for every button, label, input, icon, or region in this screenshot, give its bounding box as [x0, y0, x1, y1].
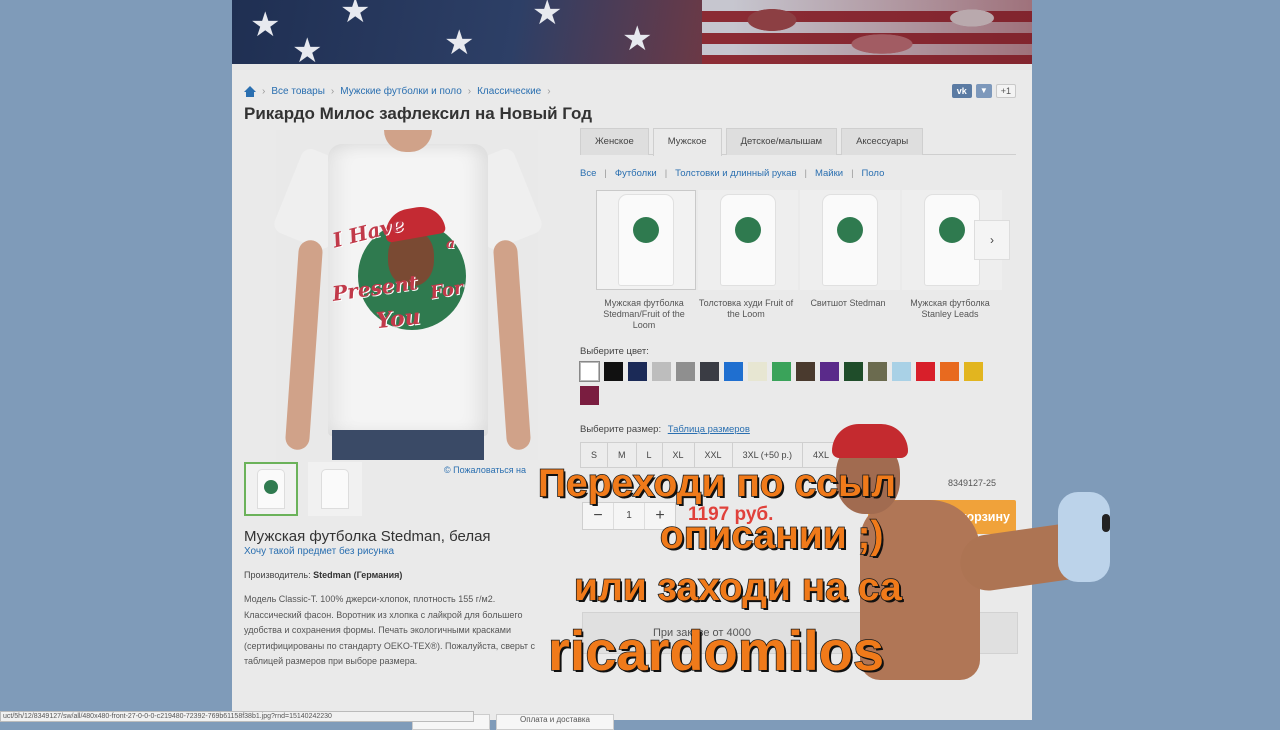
product-option[interactable]: Толстовка худи Fruit of the Loom: [698, 190, 798, 331]
home-icon[interactable]: [244, 86, 256, 97]
product-name: Мужская футболка Stedman, белая: [244, 528, 491, 545]
social-share: vk ▼ +1: [951, 84, 1016, 98]
header-banner: ★ ★ ★ ★ ★ ★: [232, 0, 1032, 64]
subnav-tanks[interactable]: Майки: [815, 168, 843, 179]
product-main-image[interactable]: I Have a Present For You: [271, 130, 545, 460]
caption-line-4: ricardomilos: [547, 618, 885, 683]
no-print-link[interactable]: Хочу такой предмет без рисунка: [244, 546, 394, 557]
color-swatch[interactable]: [700, 362, 719, 381]
star-icon: ★: [532, 0, 563, 32]
tab-women[interactable]: Женское: [580, 128, 649, 155]
star-icon: ★: [444, 24, 475, 62]
caption-line-2: описании ;): [659, 513, 884, 558]
complain-link[interactable]: © Пожаловаться на: [444, 465, 526, 475]
color-swatch[interactable]: [580, 386, 599, 405]
color-swatch[interactable]: [844, 362, 863, 381]
color-swatch[interactable]: [676, 362, 695, 381]
breadcrumb-men-tshirts[interactable]: Мужские футболки и поло: [340, 86, 462, 97]
print-text-5: You: [374, 303, 422, 335]
product-description: Модель Classic-T. 100% джерси-хлопок, пл…: [244, 594, 536, 666]
payment-delivery-button[interactable]: Оплата и доставка: [496, 714, 614, 730]
flag-canton: ★ ★ ★ ★ ★ ★: [232, 0, 702, 64]
color-swatch[interactable]: [916, 362, 935, 381]
manufacturer: Производитель: Stedman (Германия): [244, 570, 403, 580]
color-swatch[interactable]: [652, 362, 671, 381]
caption-line-1: Переходи по ссыл: [537, 461, 897, 506]
product-type-carousel: Мужская футболка Stedman/Fruit of the Lo…: [596, 190, 1002, 331]
red-cap-icon: [832, 424, 908, 458]
subcategory-nav: Все | Футболки | Толстовки и длинный рукав…: [580, 168, 885, 179]
category-tabs: Женское Мужское Детское/малышам Аксессуа…: [580, 128, 1016, 156]
product-option[interactable]: Мужская футболка Stanley Leads: [902, 190, 1002, 331]
color-swatch[interactable]: [724, 362, 743, 381]
color-swatch[interactable]: [604, 362, 623, 381]
vk-dropdown-icon[interactable]: ▼: [975, 84, 992, 98]
thumbnail-back[interactable]: [308, 462, 362, 516]
image-thumbnails: [244, 462, 362, 516]
glove-icon: [1058, 492, 1110, 582]
browser-status-url: uct/5h/12/8349127/sw/all/480x480-front-2…: [0, 711, 474, 722]
carousel-next-icon[interactable]: ›: [974, 220, 1010, 260]
subnav-hoodies[interactable]: Толстовки и длинный рукав: [675, 168, 796, 179]
breadcrumb: › Все товары › Мужские футболки и поло ›…: [244, 86, 551, 97]
subnav-polo[interactable]: Поло: [862, 168, 885, 179]
size-label: Выберите размер: Таблица размеров: [580, 424, 750, 435]
product-option[interactable]: Мужская футболка Stedman/Fruit of the Lo…: [596, 190, 696, 331]
product-option[interactable]: Свитшот Stedman: [800, 190, 900, 331]
tab-accessories[interactable]: Аксессуары: [841, 128, 924, 155]
breadcrumb-all-products[interactable]: Все товары: [271, 86, 325, 97]
color-swatch[interactable]: [796, 362, 815, 381]
tab-kids[interactable]: Детское/малышам: [725, 128, 838, 155]
color-swatch[interactable]: [964, 362, 983, 381]
color-swatch[interactable]: [868, 362, 887, 381]
tab-men[interactable]: Мужское: [652, 128, 722, 156]
plus-one-button[interactable]: +1: [995, 84, 1016, 98]
color-swatches: [579, 361, 1000, 405]
size-table-link[interactable]: Таблица размеров: [668, 424, 750, 435]
vk-share-button[interactable]: vk: [951, 84, 972, 98]
color-swatch[interactable]: [772, 362, 791, 381]
subnav-tshirts[interactable]: Футболки: [615, 168, 657, 179]
color-swatch[interactable]: [579, 361, 600, 382]
quantity-input[interactable]: 1: [613, 503, 645, 529]
caption-line-3: или заходи на са: [573, 565, 902, 610]
color-label: Выберите цвет:: [580, 346, 649, 357]
color-swatch[interactable]: [940, 362, 959, 381]
color-swatch[interactable]: [628, 362, 647, 381]
star-icon: ★: [340, 0, 371, 30]
page-title: Рикардо Милос зафлексил на Новый Год: [244, 104, 593, 123]
breadcrumb-classic[interactable]: Классические: [477, 86, 541, 97]
quantity-minus-button[interactable]: −: [583, 503, 613, 529]
star-icon: ★: [250, 6, 281, 44]
color-swatch[interactable]: [820, 362, 839, 381]
star-icon: ★: [292, 32, 323, 64]
star-icon: ★: [622, 20, 653, 58]
banner-decoration: [732, 0, 1032, 64]
color-swatch[interactable]: [892, 362, 911, 381]
subnav-all[interactable]: Все: [580, 168, 596, 179]
thumbnail-front[interactable]: [244, 462, 298, 516]
manufacturer-value: Stedman (Германия): [313, 570, 403, 580]
print-text-2: a: [446, 236, 456, 252]
color-swatch[interactable]: [748, 362, 767, 381]
